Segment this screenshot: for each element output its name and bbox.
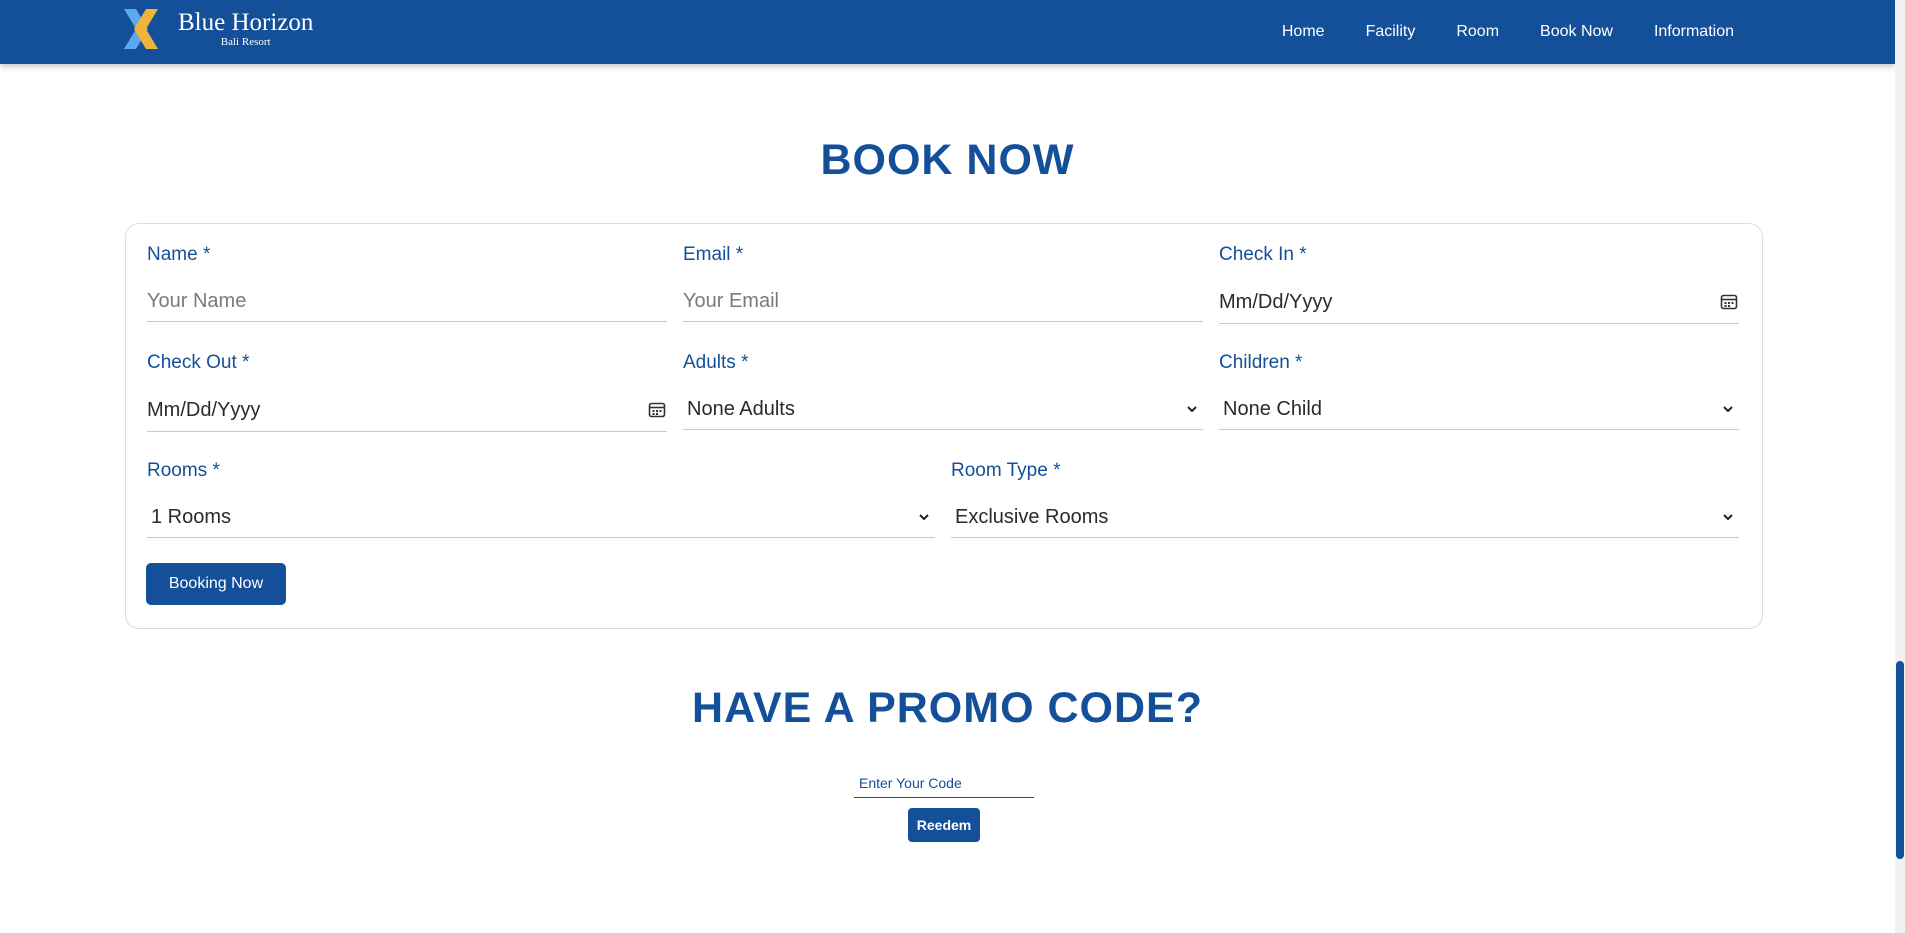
children-selected-value: None Child bbox=[1223, 398, 1322, 420]
rooms-select[interactable]: 1 Rooms bbox=[147, 498, 935, 538]
redeem-button[interactable]: Reedem bbox=[908, 808, 980, 842]
nav-information[interactable]: Information bbox=[1654, 23, 1734, 41]
room-type-selected-value: Exclusive Rooms bbox=[955, 506, 1109, 528]
brand-logo[interactable]: Blue Horizon Bali Resort bbox=[124, 9, 313, 49]
rooms-selected-value: 1 Rooms bbox=[151, 506, 232, 528]
nav-room[interactable]: Room bbox=[1456, 23, 1499, 41]
check-out-field-group: Check Out * Mm/Dd/Yyyy bbox=[147, 352, 667, 432]
check-in-value: Mm/Dd/Yyyy bbox=[1219, 291, 1333, 313]
check-out-value: Mm/Dd/Yyyy bbox=[147, 399, 261, 421]
calendar-icon[interactable] bbox=[648, 401, 666, 419]
promo-code-title: HAVE A PROMO CODE? bbox=[692, 684, 1203, 732]
nav-book-now[interactable]: Book Now bbox=[1540, 23, 1613, 41]
room-type-field-group: Room Type * Exclusive Rooms bbox=[951, 460, 1739, 538]
check-in-label: Check In * bbox=[1219, 244, 1307, 265]
room-type-label: Room Type * bbox=[951, 460, 1061, 481]
children-select[interactable]: None Child bbox=[1219, 390, 1739, 430]
email-input[interactable]: Your Email bbox=[683, 282, 1203, 322]
book-now-title: BOOK NOW bbox=[820, 136, 1075, 184]
calendar-icon[interactable] bbox=[1720, 293, 1738, 311]
adults-selected-value: None Adults bbox=[687, 398, 795, 420]
promo-code-input[interactable] bbox=[854, 768, 1034, 798]
email-field-group: Email * Your Email bbox=[683, 244, 1203, 322]
nav-home[interactable]: Home bbox=[1282, 23, 1325, 41]
page-scrollbar[interactable] bbox=[1895, 0, 1905, 933]
rooms-label: Rooms * bbox=[147, 460, 220, 481]
scrollbar-thumb[interactable] bbox=[1896, 661, 1904, 859]
name-input[interactable]: Your Name bbox=[147, 282, 667, 322]
email-placeholder: Your Email bbox=[683, 290, 779, 312]
check-out-date-input[interactable]: Mm/Dd/Yyyy bbox=[147, 390, 667, 432]
chevron-down-icon bbox=[1723, 514, 1733, 521]
nav-facility[interactable]: Facility bbox=[1366, 23, 1416, 41]
adults-field-group: Adults * None Adults bbox=[683, 352, 1203, 430]
brand-subtitle: Bali Resort bbox=[220, 36, 271, 48]
brand-text: Blue Horizon Bali Resort bbox=[178, 10, 313, 48]
chevron-down-icon bbox=[919, 514, 929, 521]
check-out-label: Check Out * bbox=[147, 352, 250, 373]
check-in-field-group: Check In * Mm/Dd/Yyyy bbox=[1219, 244, 1739, 324]
room-type-select[interactable]: Exclusive Rooms bbox=[951, 498, 1739, 538]
booking-now-button[interactable]: Booking Now bbox=[146, 563, 286, 605]
adults-label: Adults * bbox=[683, 352, 749, 373]
booking-form: Name * Your Name Email * Your Email Chec… bbox=[125, 223, 1763, 629]
check-in-date-input[interactable]: Mm/Dd/Yyyy bbox=[1219, 282, 1739, 324]
rooms-field-group: Rooms * 1 Rooms bbox=[147, 460, 935, 538]
children-field-group: Children * None Child bbox=[1219, 352, 1739, 430]
double-chevron-logo-icon bbox=[124, 9, 158, 49]
brand-name: Blue Horizon bbox=[178, 9, 314, 36]
email-label: Email * bbox=[683, 244, 744, 265]
name-placeholder: Your Name bbox=[147, 290, 247, 312]
top-navbar: Blue Horizon Bali Resort Home Facility R… bbox=[0, 0, 1895, 64]
adults-select[interactable]: None Adults bbox=[683, 390, 1203, 430]
nav-menu: Home Facility Room Book Now Information bbox=[1282, 0, 1734, 64]
chevron-down-icon bbox=[1723, 406, 1733, 413]
name-field-group: Name * Your Name bbox=[147, 244, 667, 322]
chevron-down-icon bbox=[1187, 406, 1197, 413]
children-label: Children * bbox=[1219, 352, 1303, 373]
name-label: Name * bbox=[147, 244, 211, 265]
